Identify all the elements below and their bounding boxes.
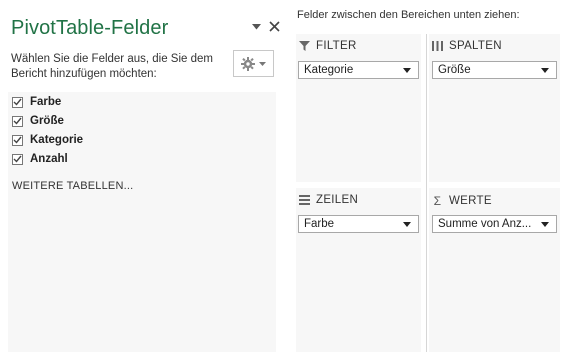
field-item-kategorie[interactable]: Kategorie bbox=[12, 132, 83, 148]
values-area-header: Σ WERTE bbox=[432, 194, 492, 208]
columns-area[interactable]: SPALTEN Größe bbox=[429, 34, 560, 182]
more-tables-link[interactable]: WEITERE TABELLEN... bbox=[12, 180, 133, 192]
caret-down-icon bbox=[541, 222, 549, 227]
checkmark-icon bbox=[13, 136, 22, 144]
rows-field-value: Farbe bbox=[304, 218, 335, 230]
field-label: Anzahl bbox=[30, 153, 68, 165]
sigma-icon: Σ bbox=[433, 194, 442, 208]
caret-down-icon bbox=[541, 68, 549, 73]
checkbox-groesse[interactable] bbox=[12, 115, 23, 127]
field-item-farbe[interactable]: Farbe bbox=[12, 94, 61, 110]
columns-area-header: SPALTEN bbox=[432, 40, 502, 52]
close-icon bbox=[268, 20, 280, 32]
field-item-anzahl[interactable]: Anzahl bbox=[12, 151, 68, 167]
rows-area-label: ZEILEN bbox=[316, 194, 359, 206]
rows-area-header: ZEILEN bbox=[299, 194, 358, 206]
columns-field-value: Größe bbox=[438, 64, 471, 76]
close-pane-button[interactable] bbox=[266, 18, 282, 34]
values-field-value: Summe von Anz... bbox=[438, 218, 532, 230]
checkmark-icon bbox=[13, 98, 22, 106]
field-label: Größe bbox=[30, 115, 64, 127]
values-area[interactable]: Σ WERTE Summe von Anz... bbox=[429, 188, 560, 352]
pane-options-dropdown[interactable] bbox=[249, 20, 263, 34]
pane-title: PivotTable-Felder bbox=[11, 17, 169, 39]
filter-icon bbox=[299, 41, 310, 51]
areas-divider bbox=[426, 34, 427, 352]
field-list: Farbe Größe Kategorie Anzahl WEITERE TAB… bbox=[8, 92, 276, 352]
triangle-down-icon bbox=[251, 24, 261, 30]
caret-down-icon bbox=[403, 222, 411, 227]
pane-description: Wählen Sie die Felder aus, die Sie dem B… bbox=[11, 53, 213, 80]
triangle-down-icon bbox=[259, 61, 266, 66]
filter-field-value: Kategorie bbox=[304, 64, 354, 76]
gear-icon bbox=[241, 56, 255, 71]
field-label: Farbe bbox=[30, 96, 62, 108]
rows-area[interactable]: ZEILEN Farbe bbox=[296, 188, 421, 352]
filter-field-dropdown[interactable]: Kategorie bbox=[298, 61, 419, 79]
checkbox-farbe[interactable] bbox=[12, 96, 23, 108]
filter-area[interactable]: FILTER Kategorie bbox=[296, 34, 421, 182]
field-item-groesse[interactable]: Größe bbox=[12, 113, 64, 129]
areas-instruction: Felder zwischen den Bereichen unten zieh… bbox=[297, 9, 520, 21]
values-area-label: WERTE bbox=[449, 195, 492, 207]
filter-area-label: FILTER bbox=[316, 40, 357, 52]
values-field-dropdown[interactable]: Summe von Anz... bbox=[432, 215, 557, 233]
checkmark-icon bbox=[13, 155, 22, 163]
tools-button[interactable] bbox=[233, 50, 274, 77]
columns-icon bbox=[432, 41, 443, 51]
columns-area-label: SPALTEN bbox=[449, 40, 502, 52]
caret-down-icon bbox=[403, 68, 411, 73]
filter-area-header: FILTER bbox=[299, 40, 357, 52]
rows-field-dropdown[interactable]: Farbe bbox=[298, 215, 419, 233]
rows-icon bbox=[299, 195, 310, 205]
field-label: Kategorie bbox=[30, 134, 84, 146]
pivot-field-pane: PivotTable-Felder Wählen Sie die Felder … bbox=[0, 0, 282, 352]
columns-field-dropdown[interactable]: Größe bbox=[432, 61, 557, 79]
checkmark-icon bbox=[13, 117, 22, 125]
checkbox-anzahl[interactable] bbox=[12, 153, 23, 165]
checkbox-kategorie[interactable] bbox=[12, 134, 23, 146]
